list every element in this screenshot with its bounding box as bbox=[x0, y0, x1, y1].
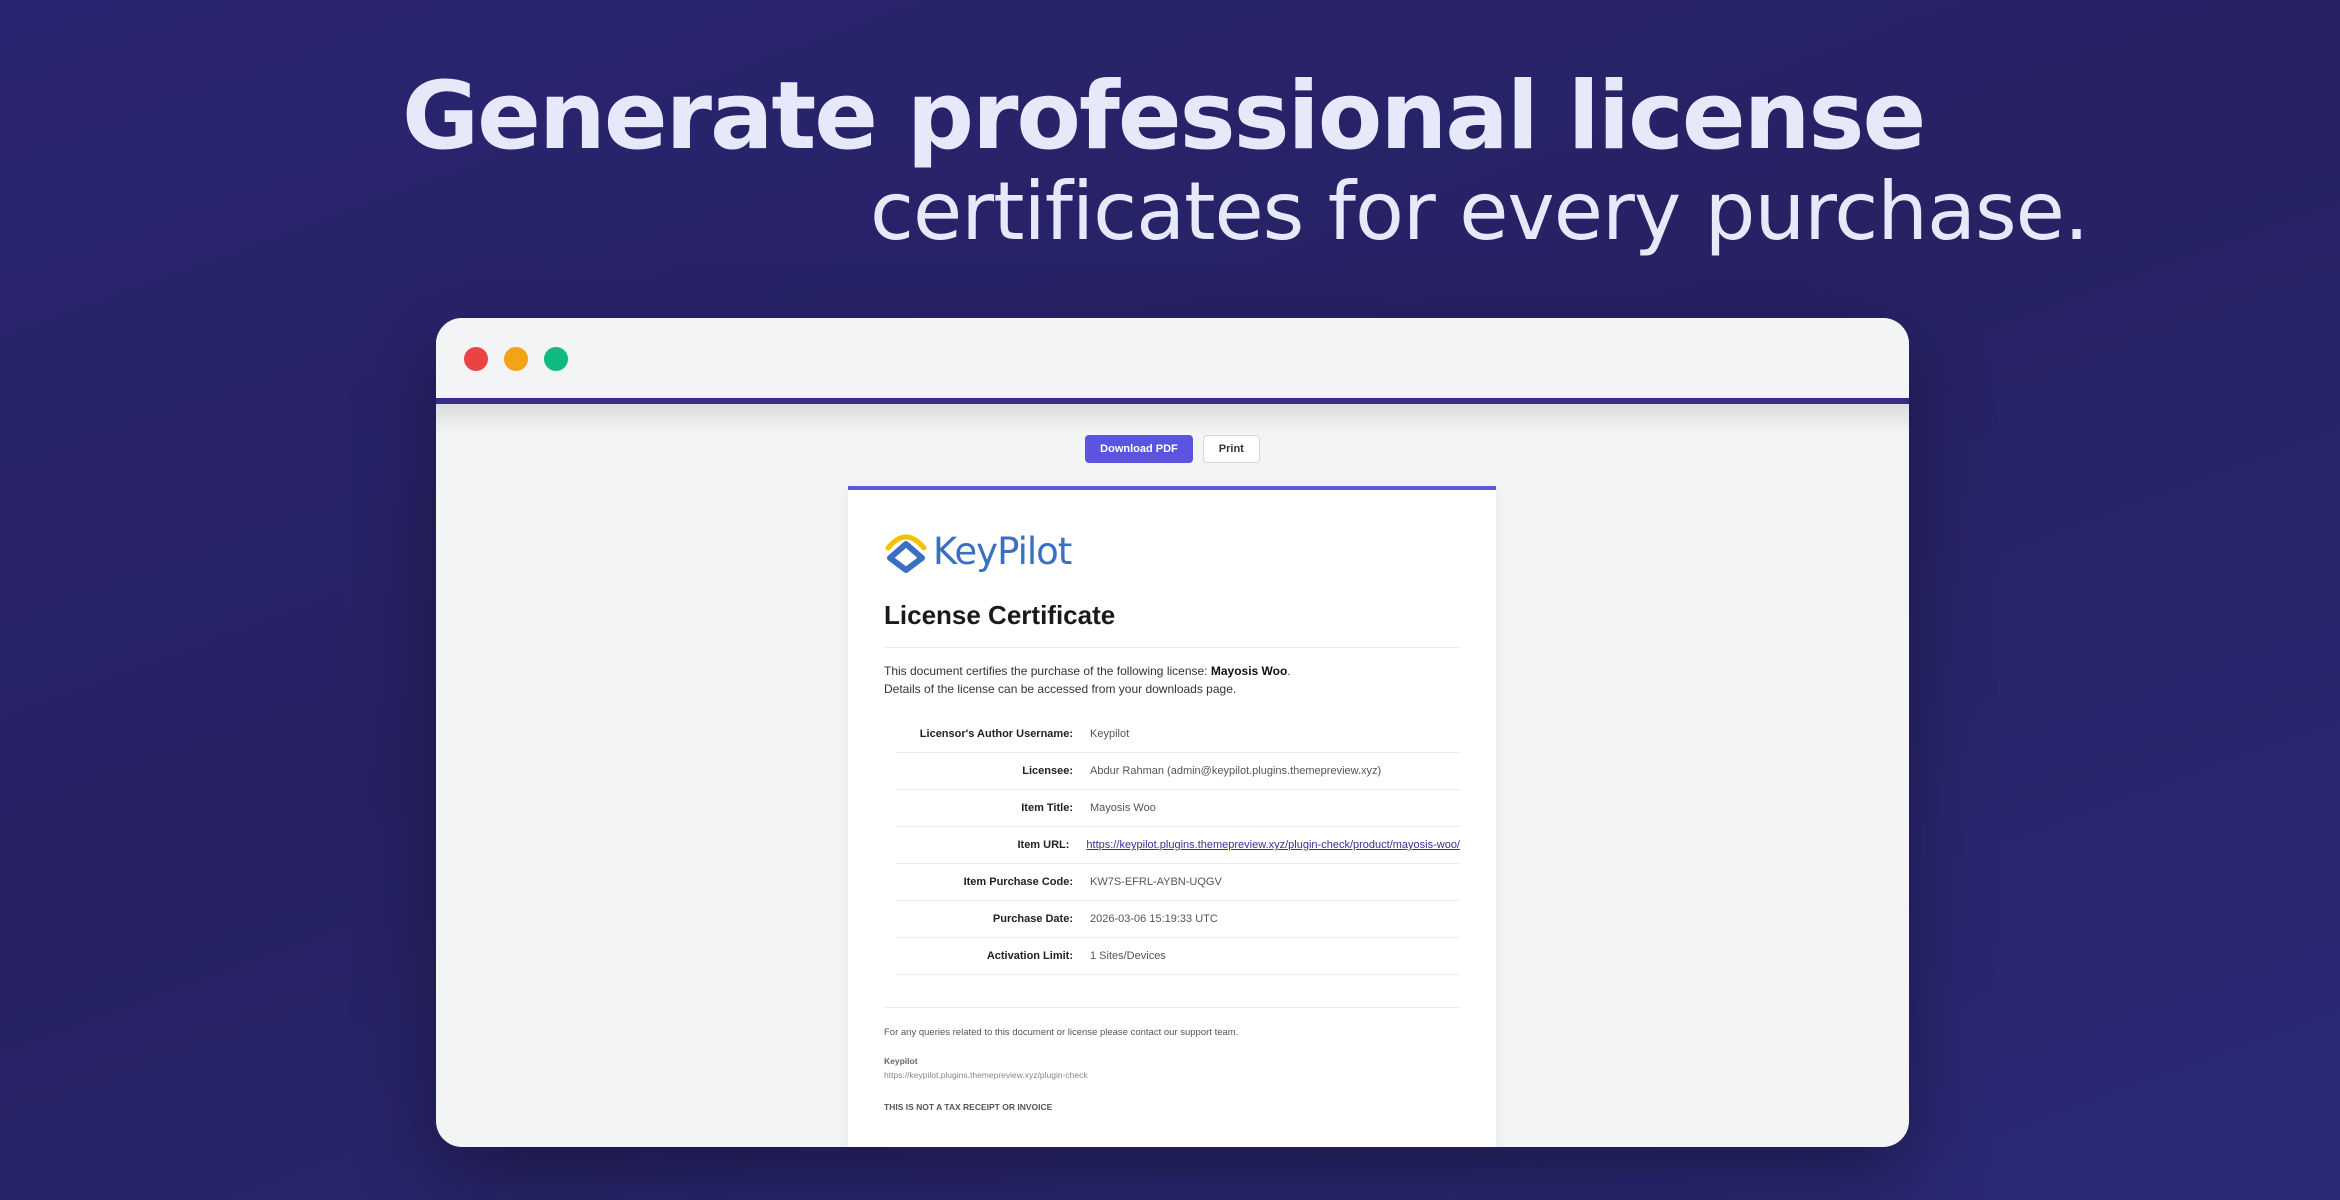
field-label: Item Title: bbox=[1021, 802, 1073, 814]
license-certificate: KeyPilot License Certificate This docume… bbox=[848, 486, 1496, 1147]
intro-line2: Details of the license can be accessed f… bbox=[884, 682, 1237, 696]
minimize-window-icon[interactable] bbox=[504, 347, 528, 371]
support-note: For any queries related to this document… bbox=[884, 1027, 1239, 1038]
hero-subline: certificates for every purchase. bbox=[870, 165, 2089, 258]
field-label: Licensor's Author Username: bbox=[919, 728, 1073, 740]
field-row-licensee: Licensee: Abdur Rahman (admin@keypilot.p… bbox=[896, 753, 1460, 790]
logo-wordmark: KeyPilot bbox=[933, 530, 1072, 573]
field-row-purchase-date: Purchase Date: 2026-03-06 15:19:33 UTC bbox=[896, 901, 1460, 938]
field-value: 1 Sites/Devices bbox=[1090, 950, 1166, 962]
field-label: Activation Limit: bbox=[986, 950, 1073, 962]
company-url[interactable]: https://keypilot.plugins.themepreview.xy… bbox=[884, 1070, 1088, 1080]
license-details: Licensor's Author Username: Keypilot Lic… bbox=[896, 716, 1460, 975]
certificate-title: License Certificate bbox=[884, 600, 1116, 630]
maximize-window-icon[interactable] bbox=[544, 347, 568, 371]
field-label: Item Purchase Code: bbox=[963, 876, 1073, 888]
field-row-purchase-code: Item Purchase Code: KW7S-EFRL-AYBN-UQGV bbox=[896, 864, 1460, 901]
intro-product: Mayosis Woo bbox=[1210, 664, 1288, 678]
footer-divider bbox=[884, 1007, 1460, 1008]
field-value: Mayosis Woo bbox=[1090, 802, 1156, 814]
certificate-actions: Download PDF Print bbox=[436, 435, 1909, 463]
field-row-author: Licensor's Author Username: Keypilot bbox=[896, 716, 1460, 753]
company-name: Keypilot bbox=[884, 1056, 918, 1066]
window-titlebar bbox=[436, 318, 1909, 404]
close-window-icon[interactable] bbox=[464, 347, 488, 371]
download-pdf-button[interactable]: Download PDF bbox=[1085, 435, 1193, 463]
field-value: KW7S-EFRL-AYBN-UQGV bbox=[1090, 876, 1222, 888]
item-url-link[interactable]: https://keypilot.plugins.themepreview.xy… bbox=[1086, 839, 1460, 851]
field-value: Abdur Rahman (admin@keypilot.plugins.the… bbox=[1090, 765, 1382, 777]
field-row-activation-limit: Activation Limit: 1 Sites/Devices bbox=[896, 938, 1460, 975]
hero-headline: Generate professional license bbox=[402, 62, 1926, 171]
field-value: Keypilot bbox=[1090, 728, 1130, 740]
tax-disclaimer: THIS IS NOT A TAX RECEIPT OR INVOICE bbox=[884, 1102, 1053, 1112]
field-label: Licensee: bbox=[1022, 765, 1073, 777]
field-label: Purchase Date: bbox=[992, 913, 1073, 925]
field-value: 2026-03-06 15:19:33 UTC bbox=[1090, 913, 1218, 925]
field-label: Item URL: bbox=[1017, 839, 1070, 851]
field-row-item-title: Item Title: Mayosis Woo bbox=[896, 790, 1460, 827]
intro-suffix: . bbox=[1287, 664, 1291, 678]
keypilot-logo-icon bbox=[885, 534, 927, 573]
intro-prefix: This document certifies the purchase of … bbox=[884, 664, 1211, 678]
print-button[interactable]: Print bbox=[1202, 435, 1260, 463]
field-row-item-url: Item URL: https://keypilot.plugins.theme… bbox=[896, 827, 1460, 864]
title-divider bbox=[884, 647, 1460, 648]
browser-window: Download PDF Print KeyPilot License Cert… bbox=[436, 318, 1909, 1147]
certificate-intro: This document certifies the purchase of … bbox=[884, 662, 1291, 698]
titlebar-shadow bbox=[436, 404, 1909, 434]
